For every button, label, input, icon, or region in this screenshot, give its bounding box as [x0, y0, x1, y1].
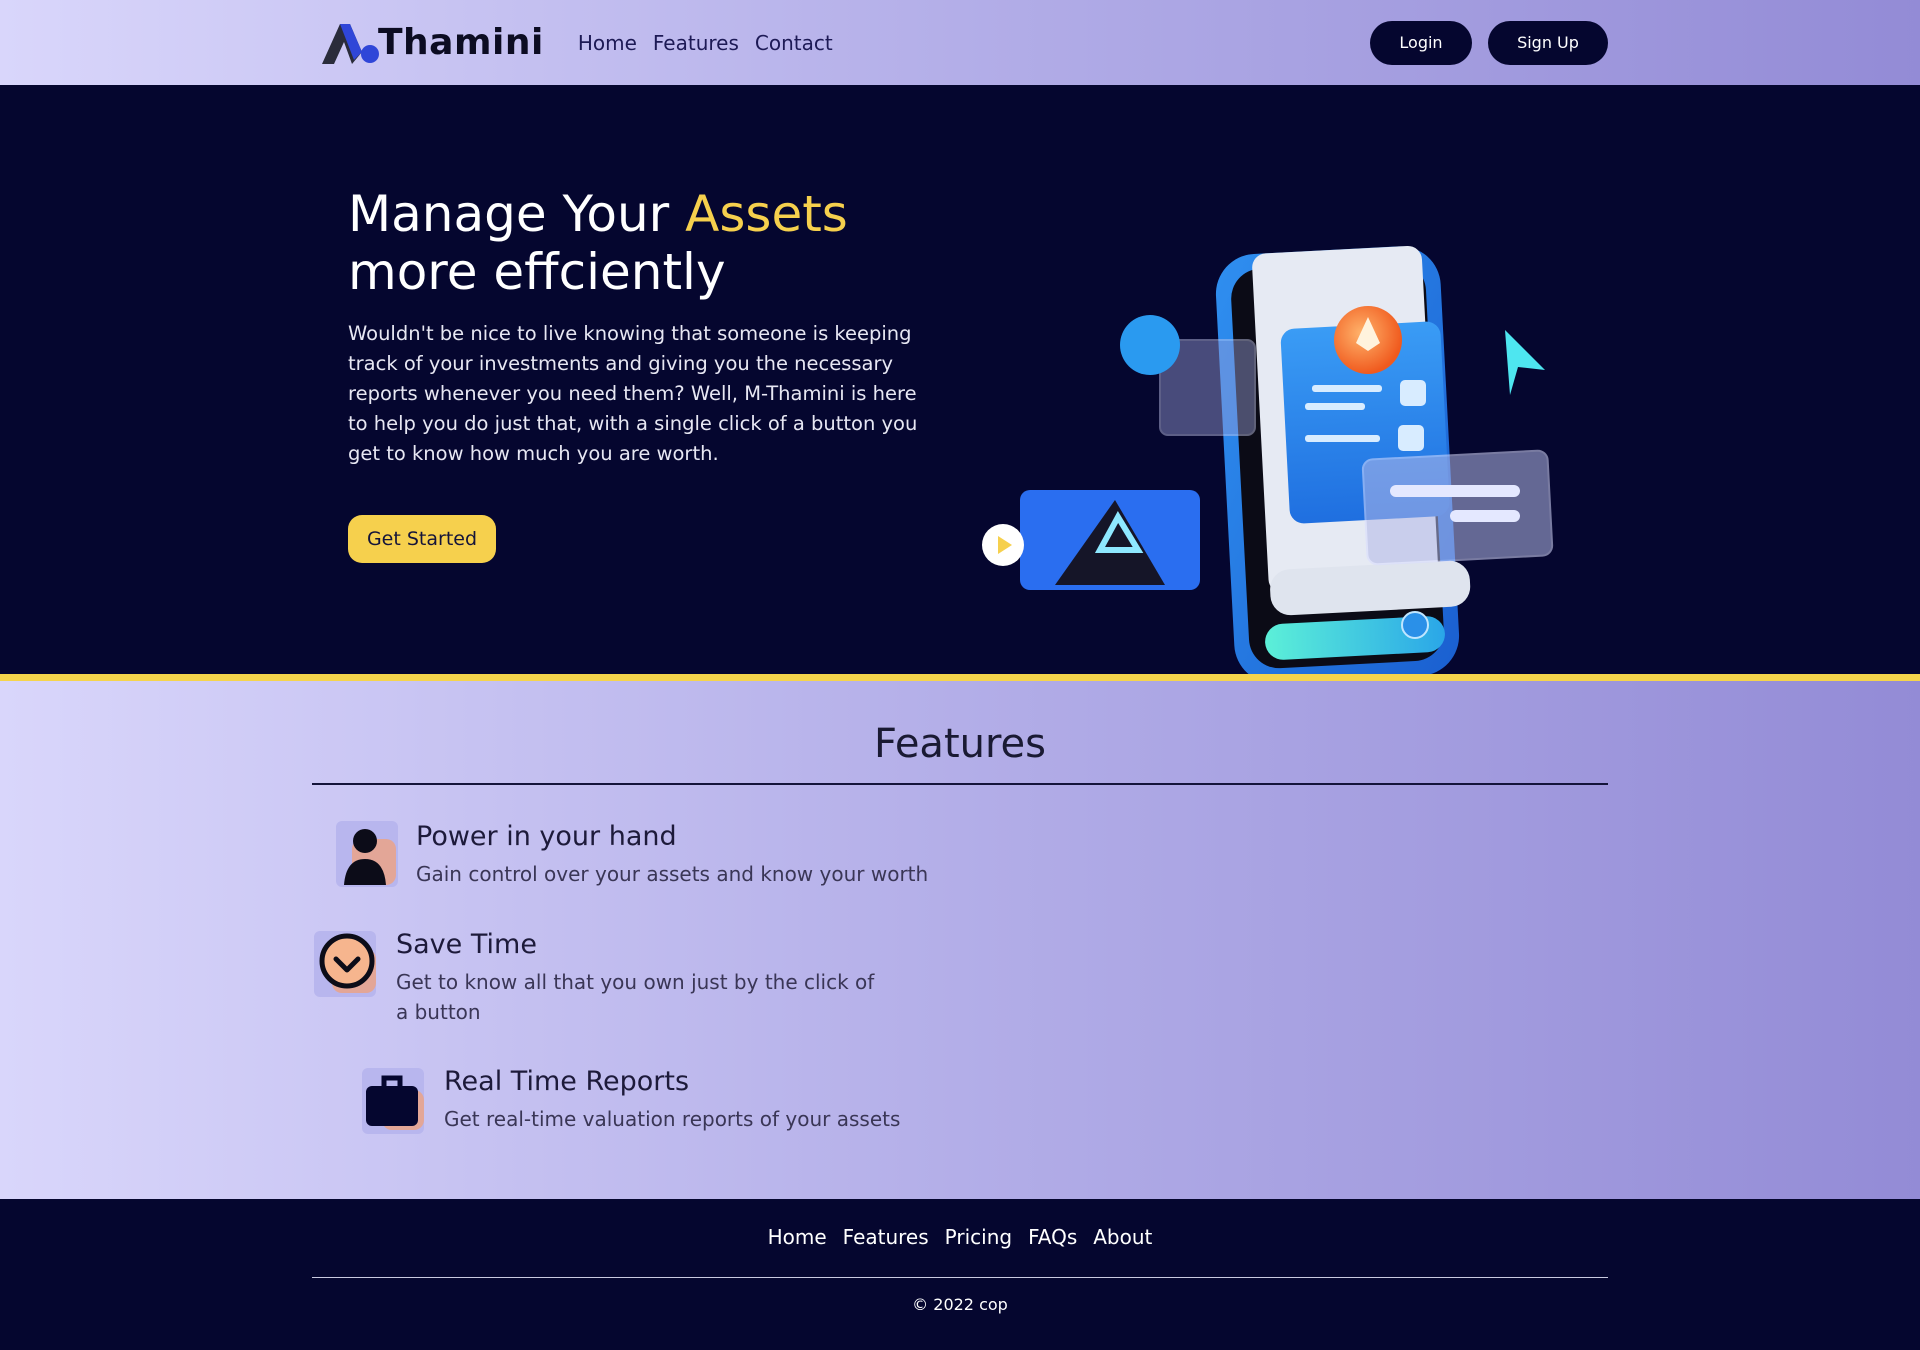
feature-description: Gain control over your assets and know y…	[416, 862, 929, 886]
nav-link-home[interactable]: Home	[578, 31, 637, 55]
footer-link-faqs[interactable]: FAQs	[1028, 1225, 1077, 1249]
briefcase-icon	[360, 1064, 430, 1134]
main-nav: Home Features Contact	[578, 31, 833, 55]
hero-title-part1: Manage Your	[348, 185, 686, 243]
person-icon	[332, 819, 402, 889]
brand-logo[interactable]: Thamini	[318, 0, 544, 85]
nav-actions: Login Sign Up	[1370, 20, 1608, 65]
features-heading: Features	[874, 721, 1046, 767]
footer-link-pricing[interactable]: Pricing	[945, 1225, 1012, 1249]
hero-title-accent: Assets	[685, 185, 848, 243]
copyright-text: © 2022 cop	[912, 1295, 1008, 1314]
footer-link-features[interactable]: Features	[843, 1225, 929, 1249]
feature-title: Power in your hand	[416, 821, 677, 852]
get-started-button[interactable]: Get Started	[348, 515, 496, 563]
hero-divider-stripe	[0, 674, 1920, 681]
feature-description: Get real-time valuation reports of your …	[444, 1107, 901, 1131]
feature-body: Power in your hand Gain control over you…	[416, 819, 928, 889]
feature-item-power: Power in your hand Gain control over you…	[332, 819, 928, 889]
hero-description: Wouldn't be nice to live knowing that so…	[348, 322, 918, 465]
brand-name: Thamini	[378, 22, 544, 63]
feature-body: Save Time Get to know all that you own j…	[396, 927, 876, 1027]
footer-divider	[312, 1277, 1608, 1278]
phone-wallet-illustration	[982, 245, 1554, 684]
features-divider	[312, 783, 1608, 785]
feature-description: Get to know all that you own just by the…	[396, 970, 875, 1024]
page-footer: Home Features Pricing FAQs About © 2022 …	[0, 1199, 1920, 1350]
feature-item-reports: Real Time Reports Get real-time valuatio…	[360, 1064, 900, 1134]
feature-title: Save Time	[396, 929, 537, 960]
feature-body: Real Time Reports Get real-time valuatio…	[444, 1064, 900, 1134]
feature-title: Real Time Reports	[444, 1066, 690, 1097]
feature-item-save-time: Save Time Get to know all that you own j…	[312, 927, 876, 1027]
hero-title: Manage Your Assets more effciently	[348, 185, 948, 301]
hero-section: Manage Your Assets more effciently Wouldn…	[0, 85, 1920, 684]
signup-button[interactable]: Sign Up	[1488, 20, 1608, 65]
nav-link-features[interactable]: Features	[653, 31, 739, 55]
login-button[interactable]: Login	[1370, 20, 1472, 65]
footer-nav: Home Features Pricing FAQs About	[0, 1225, 1920, 1249]
check-circle-icon	[312, 927, 382, 997]
navbar-inner: Thamini Home Features Contact Login Sign…	[318, 0, 1608, 85]
features-section: Features Power in your hand Gain control…	[0, 681, 1920, 1199]
top-navbar: Thamini Home Features Contact Login Sign…	[0, 0, 1920, 85]
footer-link-home[interactable]: Home	[768, 1225, 827, 1249]
logo-mark-icon	[322, 23, 379, 64]
nav-link-contact[interactable]: Contact	[755, 31, 833, 55]
hero-title-part2: more effciently	[348, 243, 726, 301]
footer-link-about[interactable]: About	[1093, 1225, 1152, 1249]
